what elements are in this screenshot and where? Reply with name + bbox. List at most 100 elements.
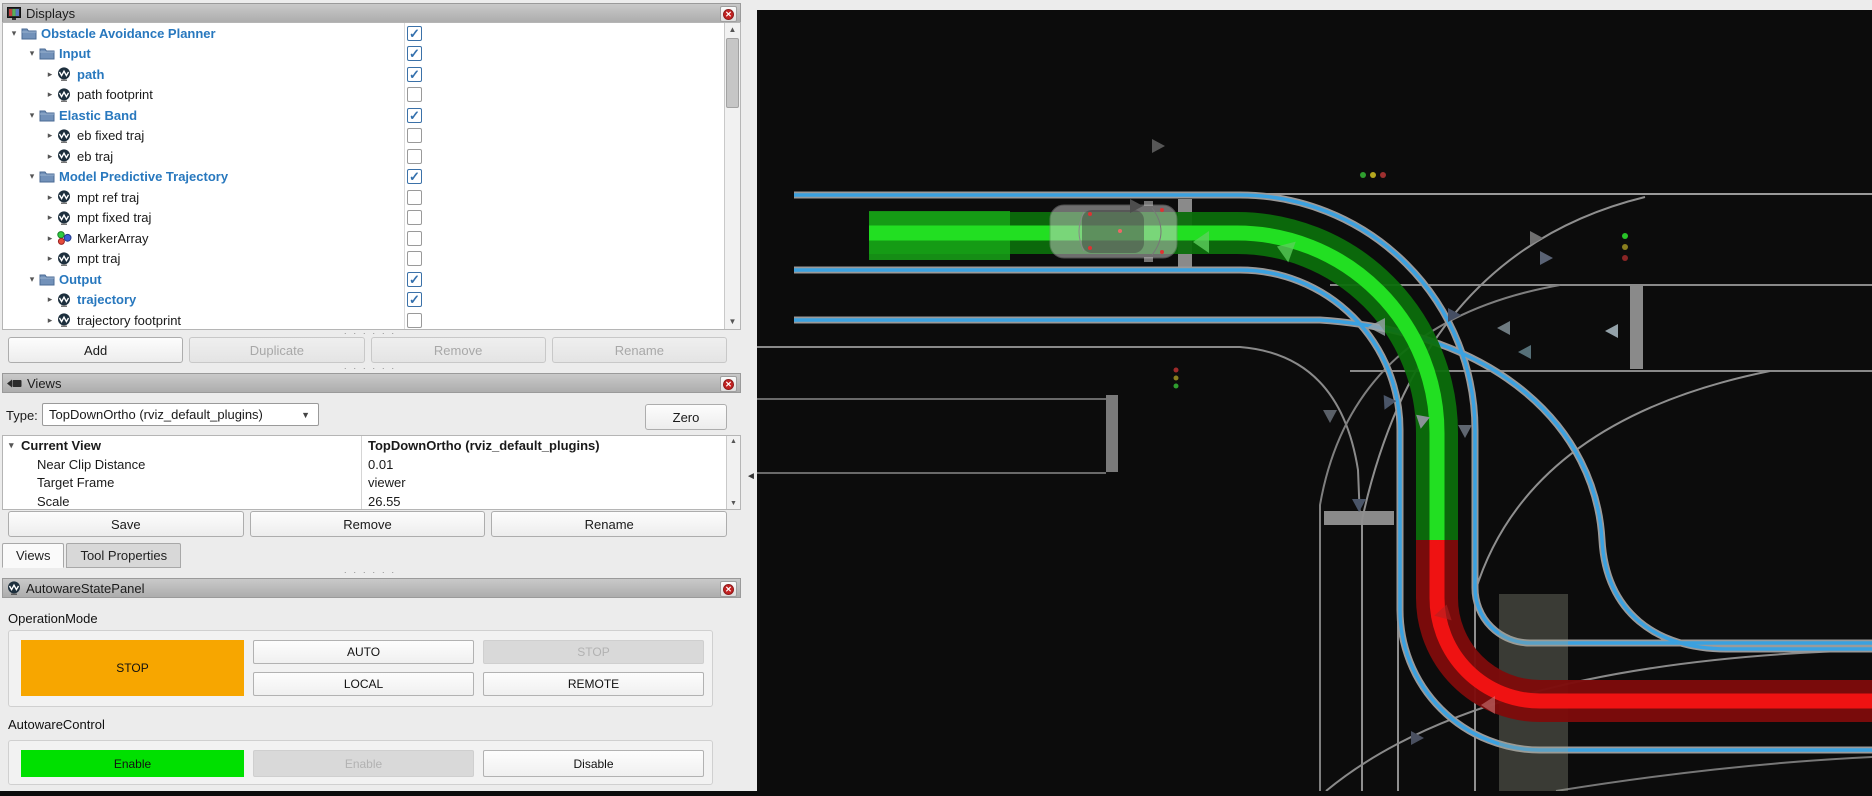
display-tree-item-obstacle-avoidance-planner[interactable]: ▾Obstacle Avoidance Planner✓ [3,23,740,44]
expand-arrow-icon[interactable]: ▸ [43,89,57,100]
display-tree-scrollbar[interactable]: ▲ ▼ [724,23,740,329]
visibility-checkbox[interactable]: ✓ [407,46,422,61]
display-tree-item-mpt-ref-traj[interactable]: ▸mpt ref traj [3,187,740,208]
panel-collapse-arrow-icon[interactable]: ◄ [746,468,756,486]
ego-vehicle [1050,201,1177,262]
display-item-label: mpt traj [77,251,120,266]
autoware-icon [57,293,74,307]
property-row-current-view[interactable]: ▾Current ViewTopDownOrtho (rviz_default_… [3,436,740,455]
visibility-checkbox[interactable]: ✓ [407,108,422,123]
duplicate-display-button: Duplicate [189,337,364,363]
tab-views[interactable]: Views [2,543,64,568]
close-icon: ✕ [723,9,734,20]
current-view-properties[interactable]: ▾Current ViewTopDownOrtho (rviz_default_… [2,435,741,510]
splitter-handle[interactable]: · · · · · · [260,570,480,576]
display-tree-item-eb-fixed-traj[interactable]: ▸ eb fixed traj [3,126,740,147]
autoware-icon [57,88,74,102]
visibility-checkbox[interactable] [407,190,422,205]
property-value[interactable]: viewer [361,473,740,492]
expand-arrow-icon[interactable]: ▸ [43,151,57,162]
view-type-dropdown[interactable]: TopDownOrtho (rviz_default_plugins) ▼ [42,403,319,426]
expand-arrow-icon[interactable]: ▸ [43,253,57,264]
visibility-checkbox[interactable]: ✓ [407,292,422,307]
collapse-arrow-icon[interactable]: ▾ [25,110,39,121]
scroll-down-icon[interactable]: ▼ [725,315,740,329]
expand-arrow-icon[interactable]: ▸ [43,315,57,326]
scrollbar-thumb[interactable] [726,38,739,108]
visibility-checkbox[interactable] [407,231,422,246]
expand-arrow-icon[interactable]: ▸ [43,192,57,203]
display-tree-item-trajectory[interactable]: ▸trajectory✓ [3,290,740,311]
expand-arrow-icon[interactable]: ▸ [43,233,57,244]
visibility-checkbox[interactable] [407,128,422,143]
collapse-arrow-icon[interactable]: ▾ [25,274,39,285]
visibility-checkbox[interactable]: ✓ [407,169,422,184]
stop-mode-button: STOP [483,640,704,664]
save-view-button[interactable]: Save [8,511,244,537]
splitter-handle[interactable]: · · · · · · [260,366,480,372]
display-tree-item-elastic-band[interactable]: ▾Elastic Band✓ [3,105,740,126]
collapse-arrow-icon[interactable]: ▾ [7,28,21,39]
remote-mode-button[interactable]: REMOTE [483,672,704,696]
display-tree-item-trajectory-footprint[interactable]: ▸trajectory footprint [3,310,740,330]
autoware-control-group: Enable EnableDisable [8,740,713,785]
folder-icon [39,108,56,122]
property-name: Near Clip Distance [37,457,145,472]
dock-splitter[interactable] [744,0,757,791]
3d-viewport[interactable] [757,10,1872,791]
visibility-checkbox[interactable] [407,149,422,164]
autoware-icon [57,129,74,143]
display-tree-item-model-predictive-trajectory[interactable]: ▾Model Predictive Trajectory✓ [3,167,740,188]
scroll-down-icon[interactable]: ▼ [727,498,740,509]
property-value[interactable]: 26.55 [361,492,740,510]
scroll-up-icon[interactable]: ▲ [725,23,740,37]
expand-arrow-icon[interactable]: ▸ [43,130,57,141]
tab-tool-properties[interactable]: Tool Properties [66,543,181,568]
property-value[interactable]: TopDownOrtho (rviz_default_plugins) [361,436,740,455]
display-item-label: eb fixed traj [77,128,144,143]
expand-arrow-icon[interactable]: ▸ [43,69,57,80]
folder-icon [39,170,56,184]
disable-control-button[interactable]: Disable [483,750,704,777]
visibility-checkbox[interactable] [407,251,422,266]
collapse-arrow-icon[interactable]: ▾ [9,440,21,451]
property-row-near-clip-distance[interactable]: Near Clip Distance 0.01 [3,455,740,474]
property-row-target-frame[interactable]: Target Frameviewer [3,473,740,492]
visibility-checkbox[interactable] [407,210,422,225]
display-tree-item-mpt-fixed-traj[interactable]: ▸mpt fixed traj [3,208,740,229]
zero-button[interactable]: Zero [645,404,727,430]
properties-scrollbar[interactable]: ▲ ▼ [726,436,740,509]
display-tree-item-output[interactable]: ▾Output✓ [3,269,740,290]
views-close-button[interactable]: ✕ [720,376,737,392]
auto-mode-button[interactable]: AUTO [253,640,474,664]
visibility-checkbox[interactable]: ✓ [407,26,422,41]
display-tree-item-mpt-traj[interactable]: ▸ mpt traj [3,249,740,270]
folder-icon [39,47,56,61]
collapse-arrow-icon[interactable]: ▾ [25,171,39,182]
visibility-checkbox[interactable] [407,313,422,328]
visibility-checkbox[interactable]: ✓ [407,67,422,82]
display-tree-item-path-footprint[interactable]: ▸path footprint [3,85,740,106]
expand-arrow-icon[interactable]: ▸ [43,294,57,305]
display-tree-item-markerarray[interactable]: ▸MarkerArray [3,228,740,249]
expand-arrow-icon[interactable]: ▸ [43,212,57,223]
property-value[interactable]: 0.01 [361,455,740,474]
view-type-label: Type: [6,408,38,423]
visibility-checkbox[interactable]: ✓ [407,272,422,287]
display-tree-item-input[interactable]: ▾Input✓ [3,44,740,65]
display-tree-item-eb-traj[interactable]: ▸eb traj [3,146,740,167]
visibility-checkbox[interactable] [407,87,422,102]
add-display-button[interactable]: Add [8,337,183,363]
autoware-panel-close-button[interactable]: ✕ [720,581,737,597]
scroll-up-icon[interactable]: ▲ [727,436,740,447]
collapse-arrow-icon[interactable]: ▾ [25,48,39,59]
remove-view-button[interactable]: Remove [250,511,486,537]
display-tree-item-path[interactable]: ▸path✓ [3,64,740,85]
operation-mode-group: STOP AUTOSTOPLOCALREMOTE [8,630,713,707]
local-mode-button[interactable]: LOCAL [253,672,474,696]
displays-close-button[interactable]: ✕ [720,6,737,22]
rename-view-button[interactable]: Rename [491,511,727,537]
property-row-scale[interactable]: Scale26.55 [3,492,740,510]
autoware-icon [57,149,74,163]
display-tree[interactable]: ▾Obstacle Avoidance Planner✓▾Input✓▸path… [2,22,741,330]
